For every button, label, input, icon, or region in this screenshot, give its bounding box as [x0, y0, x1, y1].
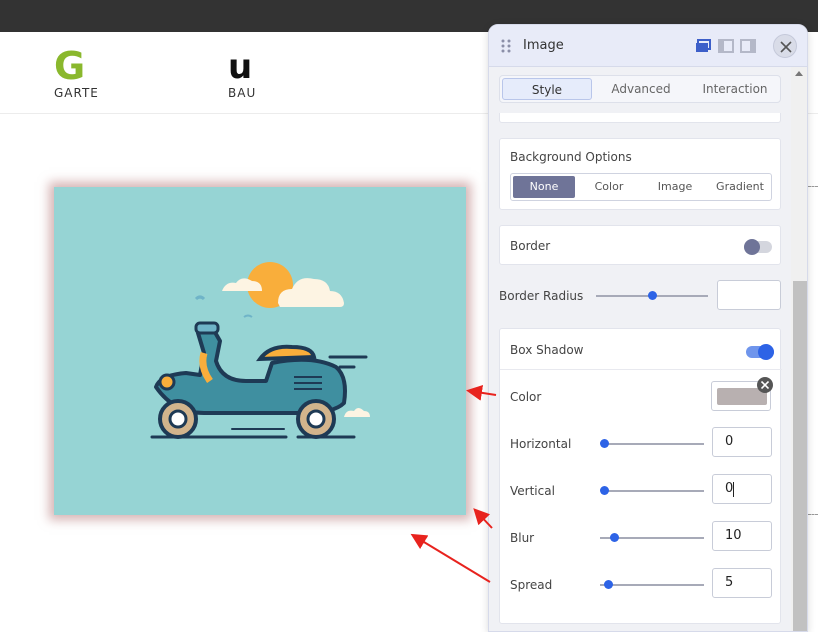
tab-style[interactable]: Style — [502, 78, 592, 100]
horizontal-label: Horizontal — [510, 437, 572, 451]
blur-slider-handle[interactable] — [610, 533, 619, 542]
partner-logo[interactable]: u BAU — [228, 48, 256, 100]
toggle-knob — [744, 239, 760, 255]
toggle-knob — [758, 344, 774, 360]
panel-left-icon[interactable] — [718, 38, 734, 53]
background-option-image[interactable]: Image — [643, 176, 707, 198]
background-option-gradient[interactable]: Gradient — [709, 176, 771, 198]
panel-header[interactable]: Image — [489, 25, 807, 67]
vertical-input[interactable]: 0 — [712, 474, 772, 504]
border-card: Border — [499, 225, 781, 265]
page-divider — [808, 514, 818, 515]
spread-slider[interactable] — [600, 584, 704, 586]
background-options-card: Background Options None Color Image Grad… — [499, 138, 781, 210]
border-radius-slider-handle[interactable] — [648, 291, 657, 300]
close-icon — [780, 41, 792, 53]
shadow-color-label: Color — [510, 390, 542, 404]
border-radius-label: Border Radius — [499, 289, 584, 303]
panel-tabs: Style Advanced Interaction — [499, 75, 781, 103]
clear-icon — [761, 381, 769, 389]
page-divider — [808, 186, 818, 187]
border-radius-row: Border Radius — [489, 277, 789, 313]
scooter-image[interactable] — [54, 187, 466, 515]
clear-color-button[interactable] — [757, 377, 773, 393]
background-option-color[interactable]: Color — [577, 176, 641, 198]
partner-logo-subtext: BAU — [228, 86, 257, 100]
scooter-illustration — [150, 262, 370, 439]
border-label: Border — [510, 239, 551, 253]
layout-icon[interactable] — [695, 38, 711, 52]
section-divider — [500, 369, 782, 370]
horizontal-slider[interactable] — [604, 443, 704, 445]
tab-interaction[interactable]: Interaction — [690, 78, 780, 100]
panel-right-icon[interactable] — [740, 38, 756, 53]
border-toggle[interactable] — [744, 239, 772, 255]
vertical-label: Vertical — [510, 484, 555, 498]
scroll-up-icon[interactable] — [795, 71, 803, 76]
background-options-label: Background Options — [510, 150, 632, 164]
box-shadow-card: Box Shadow Color Horizontal 0 Vertical 0… — [499, 328, 782, 624]
background-option-none[interactable]: None — [513, 176, 575, 198]
previous-section-card — [499, 113, 781, 123]
spread-slider-handle[interactable] — [604, 580, 613, 589]
blur-input[interactable]: 10 — [712, 521, 772, 551]
scrollbar-thumb[interactable] — [793, 281, 807, 631]
panel-title: Image — [523, 38, 564, 53]
close-button[interactable] — [773, 34, 797, 58]
logo-letter: G — [54, 44, 86, 88]
partner-logo-letter: u — [228, 47, 253, 87]
box-shadow-toggle[interactable] — [746, 344, 774, 360]
vertical-slider-handle[interactable] — [600, 486, 609, 495]
image-settings-panel: Image Style Advanced Interaction Backgro… — [488, 24, 808, 632]
box-shadow-label: Box Shadow — [510, 343, 584, 357]
border-radius-input[interactable] — [717, 280, 781, 310]
spread-input[interactable]: 5 — [712, 568, 772, 598]
arrow-annotation — [410, 533, 491, 583]
site-logo[interactable]: G GARTE — [54, 46, 99, 100]
logo-subtext: GARTE — [54, 86, 99, 100]
spread-label: Spread — [510, 578, 553, 592]
drag-handle-icon[interactable] — [501, 38, 511, 54]
text-cursor — [733, 482, 734, 497]
vertical-slider[interactable] — [604, 490, 704, 492]
background-type-selector: None Color Image Gradient — [510, 173, 772, 201]
horizontal-input[interactable]: 0 — [712, 427, 772, 457]
blur-label: Blur — [510, 531, 535, 545]
horizontal-slider-handle[interactable] — [600, 439, 609, 448]
tab-advanced[interactable]: Advanced — [596, 78, 686, 100]
